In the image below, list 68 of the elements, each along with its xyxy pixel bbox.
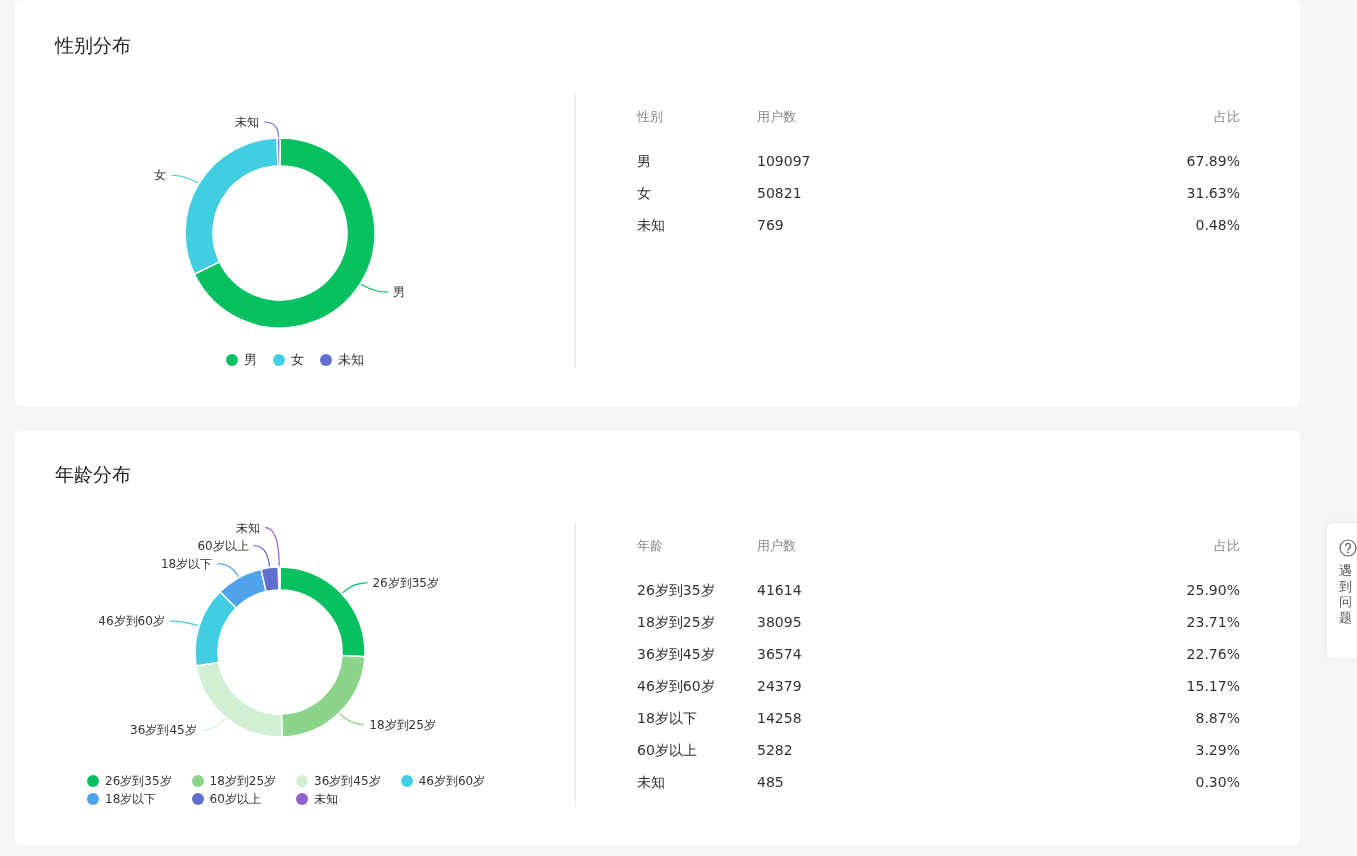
table-cell: 36岁到45岁 xyxy=(637,646,715,662)
table-cell: 22.76% xyxy=(1186,646,1240,662)
table-cell: 男 xyxy=(637,153,651,169)
table-cell: 5282 xyxy=(757,742,793,758)
legend-label: 46岁到60岁 xyxy=(418,773,486,789)
legend-label: 男 xyxy=(244,352,257,368)
slice-label: 男 xyxy=(392,285,405,300)
leader-line xyxy=(216,562,240,578)
table-cell: 31.63% xyxy=(1186,185,1240,201)
table-cell: 8.87% xyxy=(1195,710,1240,726)
slice-label: 未知 xyxy=(235,115,260,129)
slice-label: 18岁以下 xyxy=(160,556,213,571)
slice-label: 18岁到25岁 xyxy=(369,717,436,732)
legend-label: 18岁到25岁 xyxy=(209,773,277,789)
help-icon xyxy=(1339,539,1357,557)
table-cell: 25.90% xyxy=(1186,582,1240,598)
legend-label: 26岁到35岁 xyxy=(105,773,172,789)
table-cell: 0.30% xyxy=(1195,774,1240,790)
table-cell: 60岁以上 xyxy=(637,742,697,758)
table-cell: 109097 xyxy=(757,153,811,169)
table-cell: 18岁到25岁 xyxy=(637,614,715,630)
legend-label: 18岁以下 xyxy=(105,791,157,807)
table-cell: 36574 xyxy=(757,646,802,662)
leader-line xyxy=(170,174,199,184)
table-cell: 41614 xyxy=(757,582,802,598)
table-cell: 18岁以下 xyxy=(637,710,697,726)
table-cell: 未知 xyxy=(637,217,665,233)
table-cell: 46岁到60岁 xyxy=(637,678,715,694)
slice-label: 60岁以上 xyxy=(197,538,249,553)
leader-line xyxy=(263,121,280,138)
table-cell: 769 xyxy=(757,217,784,233)
column-header: 用户数 xyxy=(757,538,796,553)
table-cell: 38095 xyxy=(757,614,802,630)
table-cell: 未知 xyxy=(637,774,665,790)
slice-label: 26岁到35岁 xyxy=(372,575,439,590)
table-cell: 0.48% xyxy=(1195,217,1240,233)
section-title: 性别分布 xyxy=(55,33,132,58)
table-cell: 3.29% xyxy=(1195,742,1240,758)
column-header: 用户数 xyxy=(757,109,796,124)
leader-line xyxy=(339,713,365,726)
legend-label: 未知 xyxy=(314,791,339,807)
leader-line xyxy=(360,283,389,293)
legend-label: 女 xyxy=(291,352,304,368)
leader-line xyxy=(341,582,368,594)
slice-label: 女 xyxy=(154,168,167,183)
table-cell: 26岁到35岁 xyxy=(637,582,715,598)
table-cell: 24379 xyxy=(757,678,802,694)
help-label: 遇到问题 xyxy=(1339,563,1352,626)
leader-line xyxy=(201,717,226,731)
column-header: 性别 xyxy=(637,109,663,124)
section-title: 年龄分布 xyxy=(55,462,132,487)
table-cell: 女 xyxy=(637,185,651,201)
table-cell: 15.17% xyxy=(1186,678,1240,694)
table-cell: 67.89% xyxy=(1186,153,1240,169)
help-panel[interactable]: 遇到问题 xyxy=(1327,523,1357,658)
table-cell: 50821 xyxy=(757,185,802,201)
legend-label: 未知 xyxy=(338,352,364,368)
table-cell: 485 xyxy=(757,774,784,790)
slice-label: 46岁到60岁 xyxy=(98,614,165,629)
legend-label: 60岁以上 xyxy=(209,791,261,807)
leader-line xyxy=(169,620,199,627)
column-header: 年龄 xyxy=(637,538,663,553)
legend-label: 36岁到45岁 xyxy=(314,773,381,789)
table-cell: 14258 xyxy=(757,710,802,726)
column-header: 占比 xyxy=(1214,109,1240,124)
slice-label: 36岁到45岁 xyxy=(130,722,197,737)
column-header: 占比 xyxy=(1214,538,1240,553)
table-cell: 23.71% xyxy=(1186,614,1240,630)
